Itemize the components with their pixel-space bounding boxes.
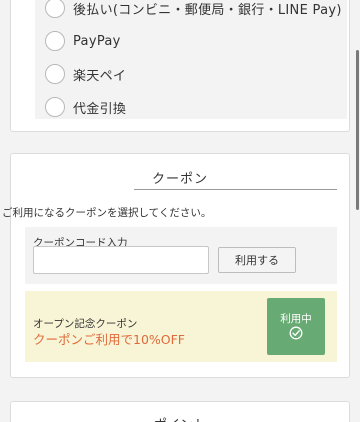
check-circle-icon [289,326,303,340]
coupon-in-use-button[interactable]: 利用中 [267,298,325,355]
coupon-section-title: クーポン [151,172,208,187]
points-section-title: ポイント [11,414,349,422]
coupon-code-input[interactable] [33,246,209,274]
radio-button[interactable] [45,31,65,51]
payment-method-card: 後払い(コンビニ・郵便局・銀行・LINE Pay) PayPay 楽天ペイ 代金… [10,0,350,132]
coupon-in-use-label: 利用中 [280,313,312,325]
radio-button[interactable] [45,64,65,84]
checkout-page: 後払い(コンビニ・郵便局・銀行・LINE Pay) PayPay 楽天ペイ 代金… [0,0,360,422]
page-scrollbar[interactable] [355,0,360,422]
title-divider [134,189,337,190]
payment-option-list: 後払い(コンビニ・郵便局・銀行・LINE Pay) PayPay 楽天ペイ 代金… [35,0,347,119]
coupon-code-panel: クーポンコード入力 利用する [25,227,337,284]
payment-option-atobarai[interactable]: 後払い(コンビニ・郵便局・銀行・LINE Pay) [45,0,342,20]
coupon-offer: クーポンご利用で10%OFF [33,332,186,347]
coupon-card: クーポン ご利用になるクーポンを選択してください。 クーポンコード入力 利用する… [2,153,350,378]
payment-option-label: 楽天ペイ [73,68,127,84]
applied-coupon: オープン記念クーポン クーポンご利用で10%OFF 利用中 [25,291,337,362]
payment-option-cod[interactable]: 代金引換 [45,95,126,119]
apply-coupon-button[interactable]: 利用する [218,247,296,273]
scrollbar-thumb[interactable] [356,50,359,210]
payment-option-label: 代金引換 [73,101,127,117]
payment-option-label: PayPay [73,33,121,49]
points-card: ポイント [10,401,350,422]
radio-button[interactable] [45,97,65,117]
radio-button[interactable] [45,0,65,18]
coupon-instructions: ご利用になるクーポンを選択してください。 [2,207,212,219]
payment-option-label: 後払い(コンビニ・郵便局・銀行・LINE Pay) [73,2,342,18]
payment-option-paypay[interactable]: PayPay [45,29,121,53]
payment-option-rakuten-pay[interactable]: 楽天ペイ [45,62,126,86]
